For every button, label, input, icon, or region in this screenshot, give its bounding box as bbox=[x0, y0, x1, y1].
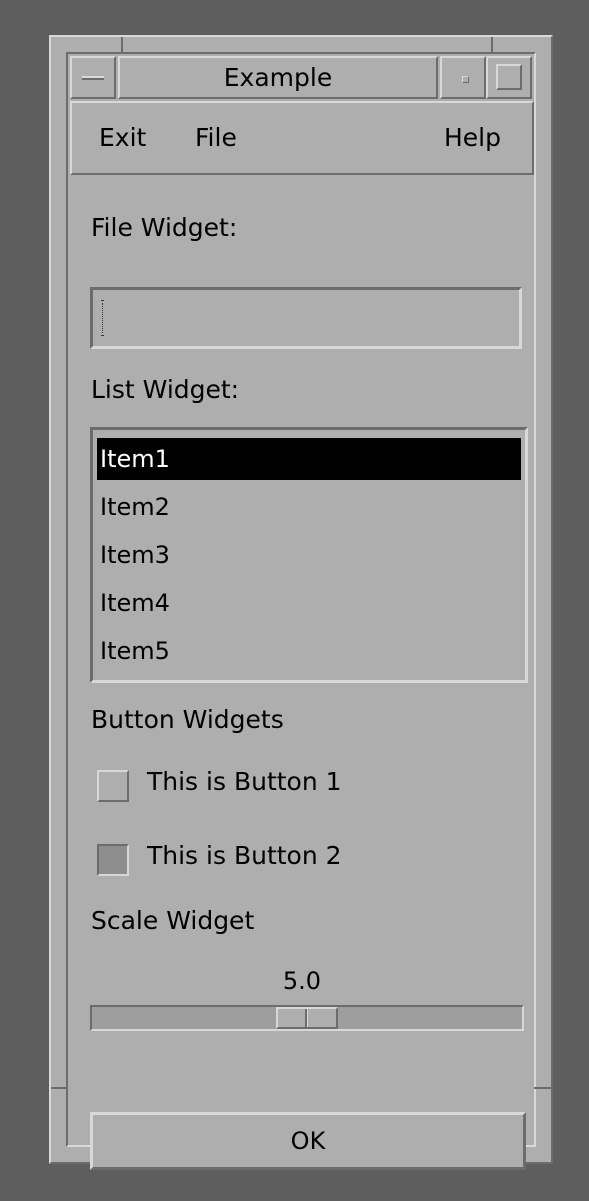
menu-help[interactable]: Help bbox=[444, 123, 501, 152]
button-1-label[interactable]: This is Button 1 bbox=[147, 767, 342, 796]
resize-handle-bottom-right[interactable] bbox=[534, 1087, 551, 1089]
button-widgets-label: Button Widgets bbox=[91, 705, 284, 734]
menu-exit[interactable]: Exit bbox=[99, 123, 146, 152]
ok-button[interactable]: OK bbox=[90, 1112, 526, 1170]
minimize-icon bbox=[462, 76, 469, 83]
button-1-checkbox[interactable] bbox=[97, 770, 129, 802]
resize-handle-bottom-left[interactable] bbox=[51, 1087, 68, 1089]
button-2-label[interactable]: This is Button 2 bbox=[147, 841, 342, 870]
scale-value: 5.0 bbox=[282, 967, 322, 995]
scale-trough[interactable] bbox=[90, 1005, 524, 1031]
minimize-button[interactable] bbox=[440, 56, 486, 99]
file-text-field[interactable] bbox=[90, 287, 522, 349]
scale-widget-label: Scale Widget bbox=[91, 906, 255, 935]
file-widget-label: File Widget: bbox=[91, 213, 238, 242]
list-item-3[interactable]: Item3 bbox=[97, 534, 521, 576]
window-menu-button[interactable] bbox=[70, 56, 116, 99]
text-cursor-icon bbox=[101, 300, 104, 336]
scale-thumb[interactable] bbox=[276, 1007, 338, 1029]
list-item-1[interactable]: Item1 bbox=[97, 438, 521, 480]
menu-bar: Exit File Help bbox=[70, 101, 534, 175]
maximize-icon bbox=[496, 64, 522, 90]
list-item-5[interactable]: Item5 bbox=[97, 630, 521, 672]
window-menu-icon bbox=[82, 76, 104, 80]
button-2-checkbox[interactable] bbox=[97, 844, 129, 876]
list-widget-label: List Widget: bbox=[91, 375, 240, 404]
resize-handle-top-right[interactable] bbox=[491, 37, 493, 54]
example-window: Example Exit File Help File Widget: List… bbox=[49, 35, 553, 1170]
list-item-2[interactable]: Item2 bbox=[97, 486, 521, 528]
resize-handle-top-left[interactable] bbox=[121, 37, 123, 54]
list-box[interactable]: Item1 Item2 Item3 Item4 Item5 bbox=[90, 427, 528, 683]
maximize-button[interactable] bbox=[486, 56, 532, 99]
window-title[interactable]: Example bbox=[118, 56, 438, 99]
menu-file[interactable]: File bbox=[195, 123, 237, 152]
client-area: Exit File Help File Widget: List Widget:… bbox=[70, 101, 534, 1170]
list-item-4[interactable]: Item4 bbox=[97, 582, 521, 624]
title-bar[interactable]: Example bbox=[70, 56, 532, 99]
